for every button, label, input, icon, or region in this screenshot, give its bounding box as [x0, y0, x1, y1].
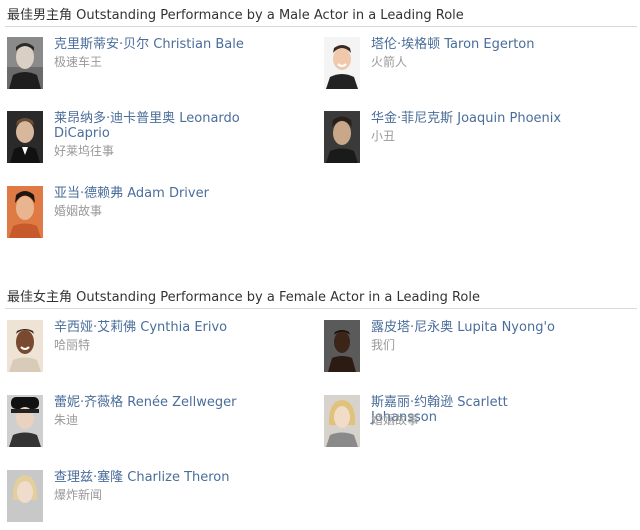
avatar[interactable] [7, 186, 43, 238]
nominee-entry: 辛西娅·艾莉佛 Cynthia Erivo 哈丽特 [7, 320, 307, 380]
nominee-entry: 克里斯蒂安·贝尔 Christian Bale 极速车王 [7, 37, 307, 97]
nominee-entry: 亚当·德赖弗 Adam Driver 婚姻故事 [7, 186, 307, 246]
nominee-name-link[interactable]: 塔伦·埃格顿 Taron Egerton [371, 37, 571, 52]
avatar[interactable] [324, 395, 360, 447]
nominee-entry: 斯嘉丽·约翰逊 Scarlett Johansson 婚姻故事 [324, 395, 624, 455]
avatar[interactable] [324, 320, 360, 372]
film-title: 朱迪 [54, 413, 79, 427]
avatar[interactable] [324, 111, 360, 163]
film-title: 火箭人 [371, 55, 408, 69]
nominee-entry: 华金·菲尼克斯 Joaquin Phoenix 小丑 [324, 111, 624, 171]
section-male-lead: 最佳男主角 Outstanding Performance by a Male … [0, 4, 640, 254]
avatar[interactable] [7, 111, 43, 163]
section-female-lead: 最佳女主角 Outstanding Performance by a Femal… [0, 286, 640, 522]
film-title: 哈丽特 [54, 338, 91, 352]
film-title: 婚姻故事 [54, 204, 103, 218]
film-title: 小丑 [371, 129, 396, 143]
section-title: 最佳男主角 Outstanding Performance by a Male … [7, 8, 464, 23]
divider [5, 26, 637, 27]
film-title: 极速车王 [54, 55, 103, 69]
nominee-name-link[interactable]: 蕾妮·齐薇格 Renée Zellweger [54, 395, 254, 410]
section-title: 最佳女主角 Outstanding Performance by a Femal… [7, 290, 480, 305]
nominee-entry: 蕾妮·齐薇格 Renée Zellweger 朱迪 [7, 395, 307, 455]
film-title: 爆炸新闻 [54, 488, 103, 502]
nominee-name-link[interactable]: 华金·菲尼克斯 Joaquin Phoenix [371, 111, 571, 126]
nominee-entry: 莱昂纳多·迪卡普里奥 Leonardo DiCaprio 好莱坞往事 [7, 111, 307, 171]
avatar[interactable] [7, 320, 43, 372]
film-title: 婚姻故事 [371, 413, 420, 427]
nominee-entry: 查理兹·塞隆 Charlize Theron 爆炸新闻 [7, 470, 307, 530]
nominee-entry: 塔伦·埃格顿 Taron Egerton 火箭人 [324, 37, 624, 97]
avatar[interactable] [324, 37, 360, 89]
nominee-name-link[interactable]: 莱昂纳多·迪卡普里奥 Leonardo DiCaprio [54, 111, 254, 141]
film-title: 好莱坞往事 [54, 144, 115, 158]
nominee-name-link[interactable]: 露皮塔·尼永奥 Lupita Nyong'o [371, 320, 571, 335]
divider [5, 308, 637, 309]
avatar[interactable] [7, 470, 43, 522]
nominee-name-link[interactable]: 克里斯蒂安·贝尔 Christian Bale [54, 37, 254, 52]
avatar[interactable] [7, 37, 43, 89]
nominee-name-link[interactable]: 亚当·德赖弗 Adam Driver [54, 186, 254, 201]
nominee-name-link[interactable]: 辛西娅·艾莉佛 Cynthia Erivo [54, 320, 254, 335]
film-title: 我们 [371, 338, 396, 352]
avatar[interactable] [7, 395, 43, 447]
nominee-entry: 露皮塔·尼永奥 Lupita Nyong'o 我们 [324, 320, 624, 380]
nominee-name-link[interactable]: 查理兹·塞隆 Charlize Theron [54, 470, 254, 485]
